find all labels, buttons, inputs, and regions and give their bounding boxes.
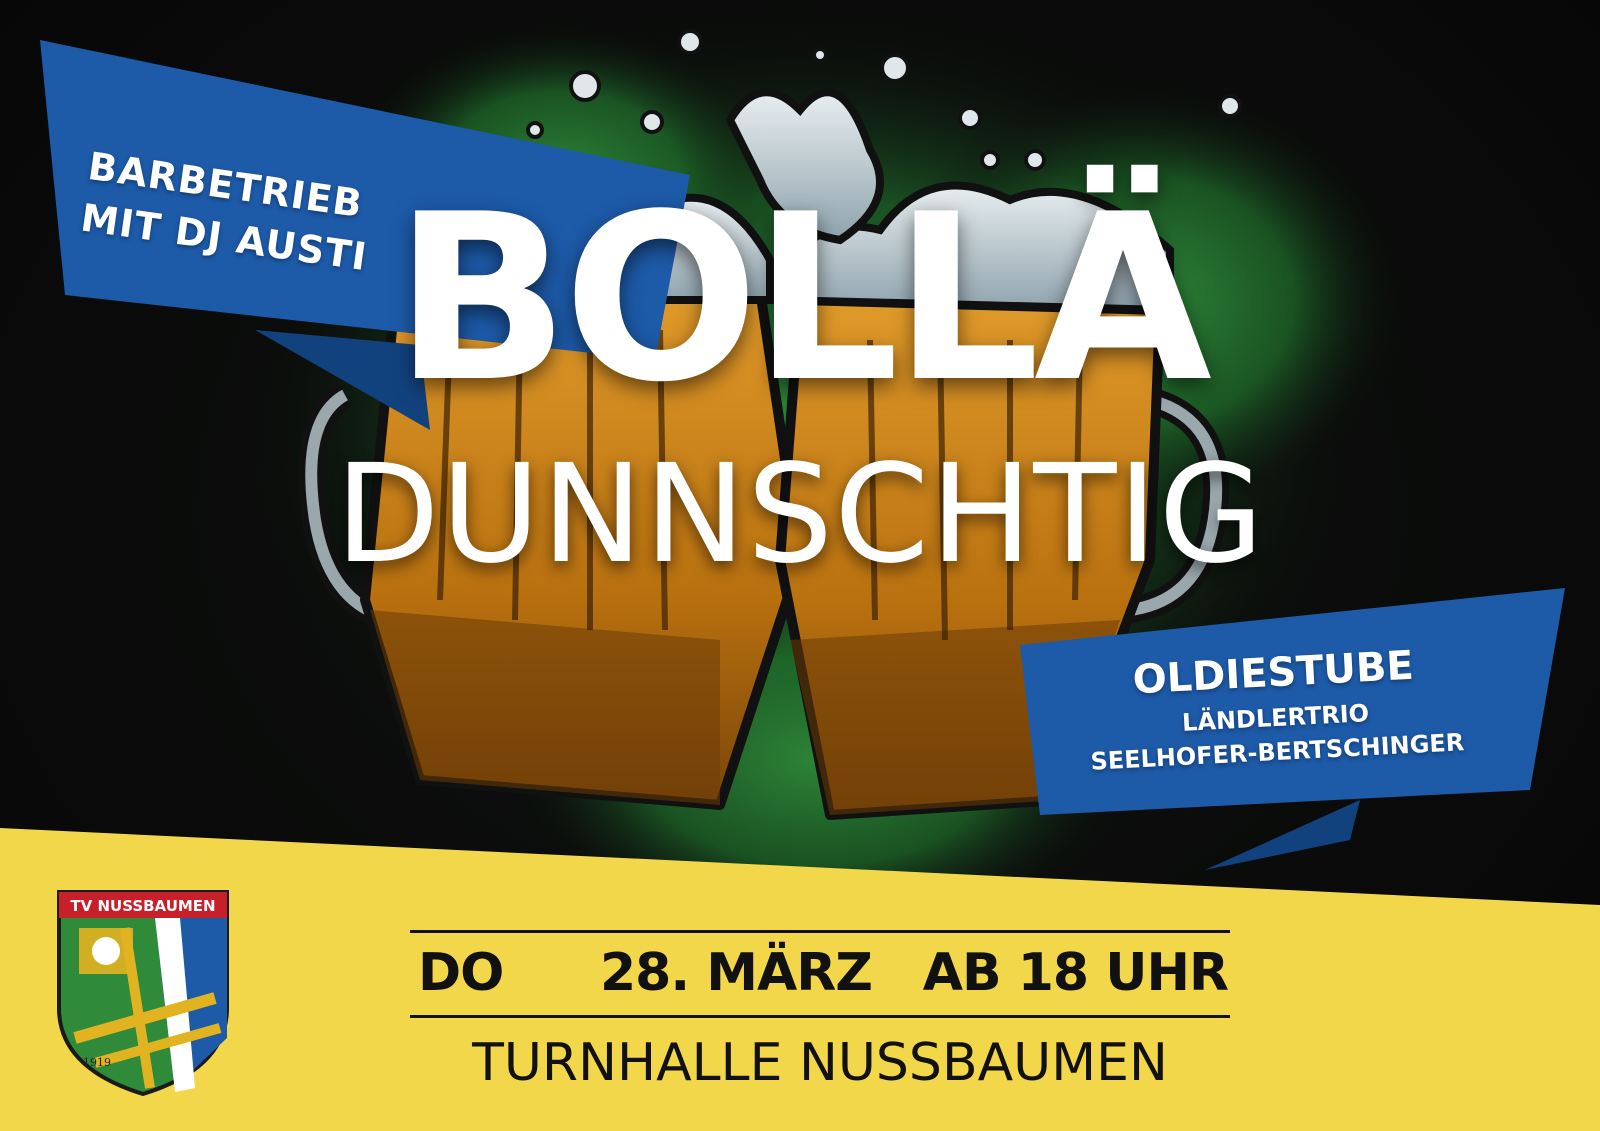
date-row: DO 28. MÄRZ AB 18 UHR xyxy=(410,933,1230,1015)
divider-bottom xyxy=(410,1015,1230,1018)
event-day: DO xyxy=(418,943,504,1003)
crest-year: 1919 xyxy=(83,1056,111,1069)
event-poster: BARBETRIEB MIT DJ AUSTI BOLLÄ DUNNSCHTIG… xyxy=(0,0,1600,1131)
event-time: AB 18 UHR xyxy=(922,943,1229,1003)
banner-right-text: OLDIESTUBE LÄNDLERTRIO SEELHOFER-BERTSCH… xyxy=(1037,633,1513,781)
title-line-1: BOLLÄ xyxy=(394,166,1212,433)
title-line-2: DUNNSCHTIG xyxy=(335,436,1265,594)
event-date: 28. MÄRZ xyxy=(600,943,873,1003)
club-crest-icon: TV NUSSBAUMEN 1919 xyxy=(57,890,229,1097)
event-info: DO 28. MÄRZ AB 18 UHR xyxy=(410,930,1230,1018)
event-venue: TURNHALLE NUSSBAUMEN xyxy=(472,1033,1168,1093)
crest-title: TV NUSSBAUMEN xyxy=(70,897,215,915)
